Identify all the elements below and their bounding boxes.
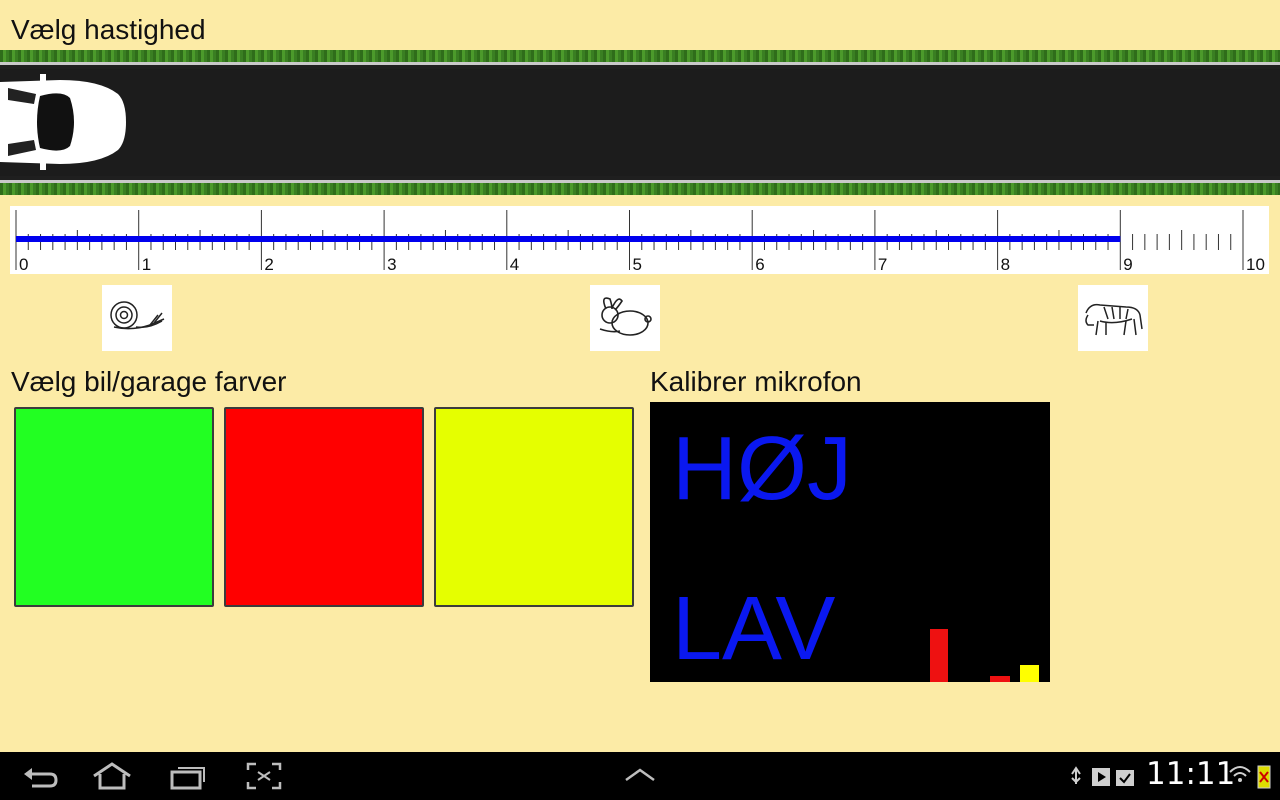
- ruler-label: 9: [1123, 255, 1132, 274]
- ruler-label: 0: [19, 255, 28, 274]
- mic-calibration-panel[interactable]: HØJ LAV: [650, 402, 1050, 682]
- screenshot-icon[interactable]: [244, 760, 284, 792]
- color-swatch-green[interactable]: [14, 407, 214, 607]
- home-icon[interactable]: [90, 760, 134, 792]
- grass-strip-top: [0, 50, 1280, 62]
- system-navigation-bar: [0, 752, 1280, 800]
- notification-icons[interactable]: [1068, 764, 1142, 790]
- mic-high-label[interactable]: HØJ: [672, 424, 852, 514]
- road: [0, 62, 1280, 183]
- grass-strip-bottom: [0, 183, 1280, 195]
- mic-level-bar: [990, 676, 1010, 682]
- ruler-label: 7: [878, 255, 887, 274]
- status-clock: 11:11: [1146, 756, 1236, 792]
- ruler-label: 8: [1001, 255, 1010, 274]
- ruler-label: 4: [510, 255, 519, 274]
- ruler-label: 2: [264, 255, 273, 274]
- chevron-up-icon[interactable]: [622, 766, 658, 786]
- colors-heading: Vælg bil/garage farver: [11, 366, 287, 397]
- color-swatch-red[interactable]: [224, 407, 424, 607]
- car-icon[interactable]: [0, 72, 130, 172]
- mic-level-bar: [1020, 665, 1039, 682]
- ruler-label: 5: [633, 255, 642, 274]
- speed-slider[interactable]: 0 1 2 3 4 5 6 7 8 9 10: [10, 206, 1269, 274]
- rabbit-icon: [590, 285, 660, 351]
- speed-heading: Vælg hastighed: [11, 14, 206, 45]
- ruler-label: 1: [142, 255, 151, 274]
- mic-low-label[interactable]: LAV: [672, 584, 835, 674]
- ruler-label: 6: [755, 255, 764, 274]
- color-swatch-yellow[interactable]: [434, 407, 634, 607]
- snail-icon: [102, 285, 172, 351]
- tiger-icon: [1078, 285, 1148, 351]
- mic-level-bar: [930, 629, 948, 682]
- mic-heading: Kalibrer mikrofon: [650, 366, 862, 397]
- recent-apps-icon[interactable]: [168, 760, 208, 792]
- ruler-label: 10: [1246, 255, 1265, 274]
- ruler-label: 3: [387, 255, 396, 274]
- back-icon[interactable]: [20, 760, 60, 792]
